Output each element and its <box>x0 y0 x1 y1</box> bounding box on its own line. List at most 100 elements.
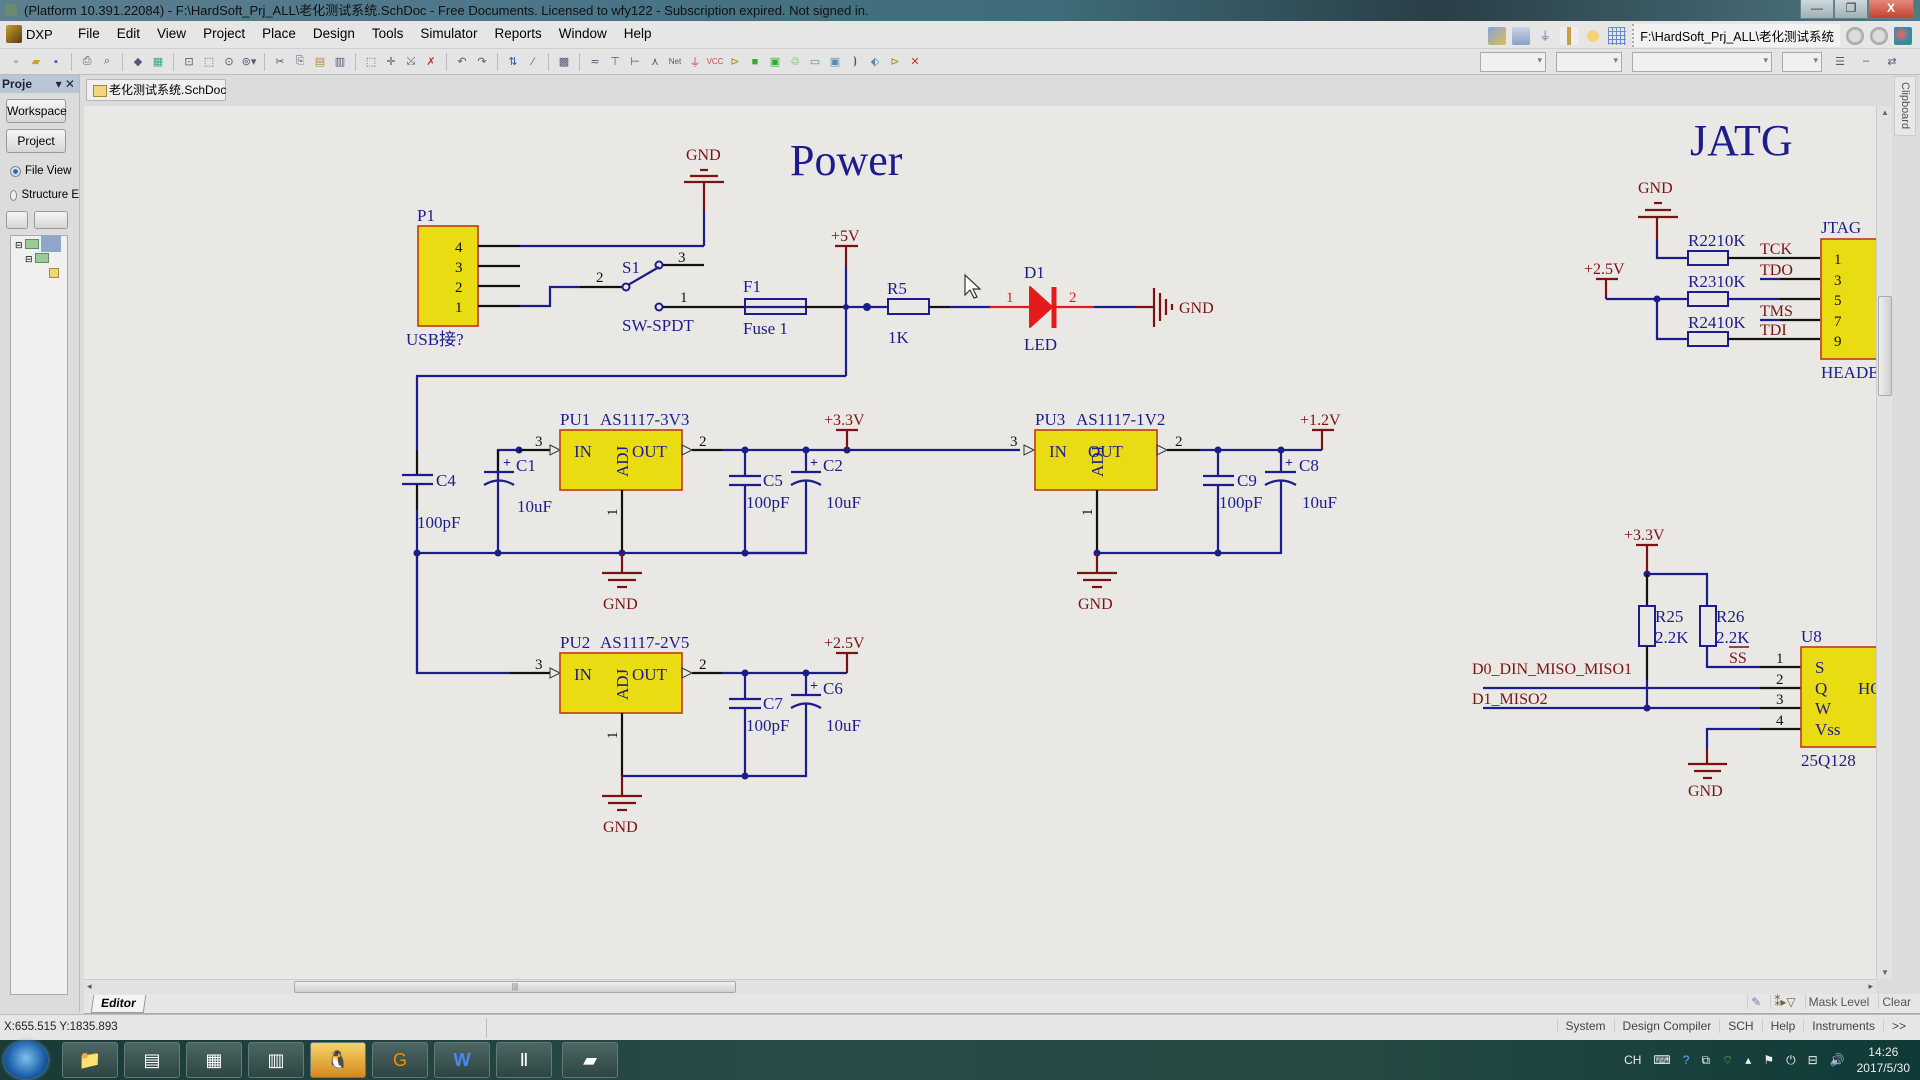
horizontal-scroll-thumb[interactable]: ||| <box>294 981 736 993</box>
tree-expand-icon[interactable]: ⊟ <box>25 254 33 265</box>
editor-tab[interactable]: Editor <box>90 995 146 1013</box>
net-label-icon[interactable]: ⋏ <box>647 54 663 70</box>
gnd-port-top[interactable]: GND <box>684 147 724 246</box>
component-C7[interactable]: C7 100pF <box>729 673 789 776</box>
resistor-R25[interactable]: R25 2.2K <box>1638 574 1689 712</box>
instruments-button[interactable]: Instruments <box>1803 1019 1883 1033</box>
menu-simulator[interactable]: Simulator <box>420 26 477 41</box>
component-C1[interactable]: + C1 10uF <box>483 446 552 554</box>
close-button[interactable]: X <box>1868 0 1914 19</box>
taskbar-foxit-pdf-icon[interactable]: G <box>372 1042 428 1078</box>
vcc-port-2v5[interactable]: +2.5V <box>824 635 865 673</box>
cross-probe-icon[interactable]: ⁄ <box>525 54 541 70</box>
sheet-entry-icon[interactable]: ▣ <box>767 54 783 70</box>
scroll-down-icon[interactable]: ▼ <box>1881 968 1889 977</box>
menu-edit[interactable]: Edit <box>117 26 140 41</box>
gnd-port-pu2[interactable]: GND <box>602 776 642 836</box>
tray-expand-icon[interactable]: ▴ <box>1745 1053 1751 1067</box>
menu-tools[interactable]: Tools <box>372 26 404 41</box>
new-icon[interactable]: ▫ <box>8 54 24 70</box>
drawing-tools-icon[interactable] <box>1488 26 1507 45</box>
port-icon[interactable]: ⬖ <box>867 54 883 70</box>
help-icon[interactable]: ? <box>1683 1053 1690 1067</box>
part-icon[interactable]: ⊳ <box>727 54 743 70</box>
volume-icon[interactable]: 🔊 <box>1830 1053 1845 1067</box>
gnd-port-flash[interactable]: GND <box>1688 749 1727 800</box>
filter-combo-3[interactable] <box>1632 51 1772 72</box>
filter-combo-1[interactable] <box>1480 51 1546 72</box>
component-U8[interactable]: U8 S Q W Vss HO 25Q128 <box>1800 627 1876 770</box>
taskbar-file-explorer-icon[interactable]: 📁 <box>62 1042 118 1078</box>
menu-window[interactable]: Window <box>559 26 607 41</box>
component-F1[interactable]: F1 Fuse 1 <box>743 277 846 338</box>
wire-icon[interactable]: ≂ <box>587 54 603 70</box>
eraser-icon[interactable]: ✎ <box>1747 995 1764 1009</box>
horizontal-scrollbar[interactable]: ◂ ||| ▸ <box>84 979 1876 994</box>
gnd-port-pu1[interactable]: GND <box>602 553 642 613</box>
component-C9[interactable]: C9 100pF <box>1203 450 1262 553</box>
menu-help[interactable]: Help <box>624 26 652 41</box>
3d-icon[interactable]: ◆ <box>130 54 146 70</box>
line-style-icon[interactable]: ┄ <box>1858 54 1874 70</box>
print-icon[interactable]: ⎙ <box>79 54 95 70</box>
resistor-R22[interactable]: R2210K <box>1687 231 1746 266</box>
device-sheet-icon[interactable]: ♲ <box>787 54 803 70</box>
panel-pin-close-icon[interactable]: ▾ ✕ <box>56 75 75 93</box>
gnd-port-jtag[interactable]: GND <box>1638 180 1688 260</box>
home-icon[interactable] <box>1894 26 1912 45</box>
scroll-up-icon[interactable]: ▲ <box>1881 108 1889 117</box>
vertical-scrollbar[interactable]: ▲ ▼ <box>1876 106 1892 979</box>
bus-icon[interactable]: ⊤ <box>607 54 623 70</box>
wifi-icon[interactable]: ⌔ <box>1722 1053 1733 1068</box>
board-icon[interactable]: ▦ <box>150 54 166 70</box>
simulation-sources-icon[interactable] <box>1584 26 1603 45</box>
open-icon[interactable]: ▰ <box>28 54 44 70</box>
system-button[interactable]: System <box>1556 1019 1614 1033</box>
move-icon[interactable]: ✛ <box>383 54 399 70</box>
more-panels-button[interactable]: >> <box>1882 1019 1914 1033</box>
taskbar-qq-icon[interactable]: 🐧 <box>310 1042 366 1078</box>
file-view-radio[interactable]: File View <box>10 165 79 177</box>
design-compiler-button[interactable]: Design Compiler <box>1613 1019 1720 1033</box>
sch-button[interactable]: SCH <box>1719 1019 1761 1033</box>
document-tab[interactable]: 老化测试系统.SchDoc <box>86 79 226 101</box>
component-JTAG-header[interactable]: JTAG 1 3 5 7 9 HEADE <box>1820 218 1876 382</box>
vcc-port-1v2[interactable]: +1.2V <box>1300 412 1341 450</box>
select-area-icon[interactable]: ⬚ <box>363 54 379 70</box>
gnd-port-led[interactable]: GND <box>1135 288 1214 327</box>
line-width-icon[interactable]: ☰ <box>1832 54 1848 70</box>
save-icon[interactable]: ▪ <box>48 54 64 70</box>
component-S1[interactable]: S1 2 3 1 SW-SPDT <box>580 250 745 335</box>
scroll-right-icon[interactable]: ▸ <box>1868 981 1873 992</box>
compile-icon[interactable] <box>6 211 28 229</box>
project-options-icon[interactable] <box>34 211 68 229</box>
structure-editor-radio[interactable]: Structure E <box>10 189 79 201</box>
keyboard-icon[interactable]: ⌨ <box>1653 1053 1670 1067</box>
restore-button[interactable]: ❐ <box>1834 0 1868 19</box>
network-icon[interactable]: ⊟ <box>1808 1053 1818 1067</box>
swap-icon[interactable]: ⇄ <box>1884 54 1900 70</box>
clear-filter-icon[interactable]: ✗ <box>423 54 439 70</box>
zoom-dropdown-icon[interactable]: ⊚▾ <box>241 54 257 70</box>
menu-view[interactable]: View <box>157 26 186 41</box>
resistor-R23[interactable]: R2310K <box>1687 272 1746 307</box>
print-preview-icon[interactable]: ⌕ <box>99 54 115 70</box>
component-PU3[interactable]: PU3 AS1117-1V2 3 IN OUT ADJ 2 1 <box>1010 410 1200 553</box>
dxp-menu[interactable]: DXP <box>6 25 53 43</box>
zoom-fit-icon[interactable]: ⊡ <box>181 54 197 70</box>
component-D1[interactable]: D1 1 2 LED <box>990 263 1135 354</box>
clock[interactable]: 14:26 2017/5/30 <box>1857 1044 1910 1076</box>
off-sheet-icon[interactable]: ⊳ <box>887 54 903 70</box>
cut-icon[interactable]: ✂ <box>272 54 288 70</box>
redo-icon[interactable]: ↷ <box>474 54 490 70</box>
taskbar-altium-icon[interactable]: Ⅱ <box>496 1042 552 1078</box>
vcc-port-3v3-flash[interactable]: +3.3V <box>1624 527 1665 574</box>
menu-project[interactable]: Project <box>203 26 245 41</box>
vcc-port-icon[interactable]: VCC <box>707 54 724 70</box>
harness-connector-icon[interactable]: ▣ <box>827 54 843 70</box>
deselect-icon[interactable]: ⤩ <box>403 54 419 70</box>
vcc-port-5v[interactable]: +5V <box>831 228 871 376</box>
zoom-select-icon[interactable]: ⊙ <box>221 54 237 70</box>
align-tools-icon[interactable] <box>1512 26 1531 45</box>
vcc-port-2v5-jtag[interactable]: +2.5V <box>1584 261 1688 341</box>
